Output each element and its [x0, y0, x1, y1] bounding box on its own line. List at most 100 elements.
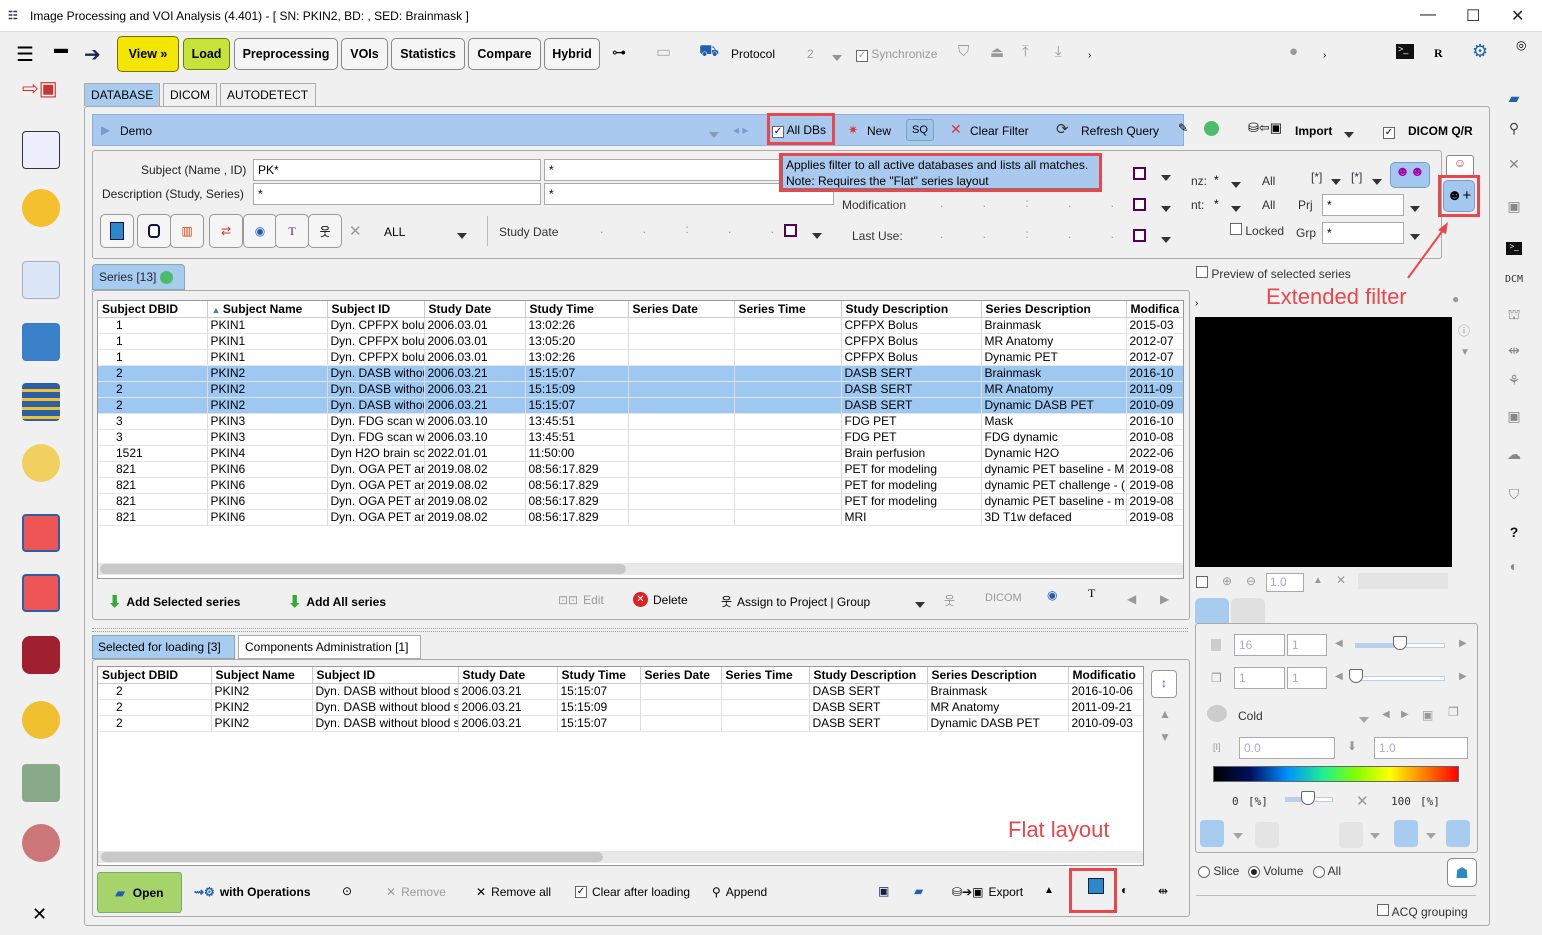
stop-icon[interactable]: ●: [1289, 43, 1298, 60]
nt-value[interactable]: *: [1214, 197, 1219, 211]
column-header[interactable]: Subject ID: [312, 667, 459, 684]
flat-layout-toggle[interactable]: [100, 214, 134, 248]
add-selected-series-button[interactable]: ⬇ Add Selected series: [108, 592, 240, 612]
series-tab[interactable]: Series [13]: [92, 264, 185, 290]
column-header[interactable]: Modificatio: [1068, 667, 1143, 684]
calendar-icon[interactable]: [1133, 198, 1146, 211]
colorbar[interactable]: [1213, 766, 1459, 782]
clear-filter-button[interactable]: Clear Filter: [970, 124, 1029, 138]
save-icon[interactable]: ▣: [1492, 198, 1536, 215]
radio-slice[interactable]: Slice: [1198, 864, 1239, 878]
assign-dropdown[interactable]: [915, 597, 925, 611]
column-header[interactable]: Series Description: [981, 301, 1127, 318]
modality-button[interactable]: ⇄: [209, 214, 243, 248]
bracket-filter-2[interactable]: [*]: [1351, 170, 1362, 184]
camera-filter-button[interactable]: ◉: [243, 214, 277, 248]
modification-range[interactable]: . . : . .: [940, 196, 1132, 210]
colortable-next-icon[interactable]: ▶: [1401, 709, 1409, 720]
sync-count[interactable]: 2: [807, 47, 814, 61]
with-operations-button[interactable]: ⇝⚙ with Operations: [194, 885, 311, 899]
calendar-icon[interactable]: [784, 224, 797, 237]
column-header[interactable]: Study Time: [557, 667, 641, 684]
tab-image-controls[interactable]: [1195, 598, 1229, 623]
move-up-icon[interactable]: ▲: [1159, 707, 1171, 721]
study-date-range[interactable]: . . : . .: [600, 222, 792, 236]
calendar-icon[interactable]: [1133, 229, 1146, 242]
layout-tree-button[interactable]: [1200, 820, 1224, 847]
text-filter-button[interactable]: T: [275, 214, 309, 248]
column-header[interactable]: Study Time: [525, 301, 629, 318]
import-button[interactable]: Import: [1295, 124, 1332, 138]
subject-head-button[interactable]: ☺: [1446, 155, 1474, 177]
table-row[interactable]: 2 PKIN2 Dyn. DASB withou 2006.03.21 15:15:09…: [98, 381, 1183, 398]
locked-checkbox[interactable]: Locked: [1230, 223, 1284, 238]
head-view-button[interactable]: [1394, 820, 1418, 847]
compare-button[interactable]: Compare: [468, 38, 541, 70]
menu-icon[interactable]: ☰: [16, 42, 34, 67]
people-icon[interactable]: 웃: [944, 592, 955, 609]
delete-button[interactable]: ✕ Delete: [633, 592, 688, 607]
eject-icon[interactable]: ⏏: [990, 43, 1004, 61]
layout-dropdown[interactable]: [1233, 828, 1243, 842]
brain-stack-icon[interactable]: [22, 824, 60, 862]
table-row[interactable]: 2 PKIN2 Dyn. DASB without blood s 2006.03.2…: [98, 715, 1143, 732]
vois-button[interactable]: VOIs: [341, 38, 388, 70]
sq-button[interactable]: SQ: [906, 119, 934, 141]
grid-dropdown[interactable]: [1370, 828, 1380, 842]
rounded-view-button[interactable]: [1446, 820, 1470, 847]
table-row[interactable]: 2 PKIN2 Dyn. DASB withou 2006.03.21 15:15:07…: [98, 365, 1183, 382]
colortable-copy-icon[interactable]: ❐: [1448, 705, 1459, 719]
split-icon[interactable]: ⇹: [1492, 342, 1536, 359]
slice-next-icon[interactable]: ▶: [1459, 638, 1467, 649]
table-row[interactable]: 821 PKIN6 Dyn. OGA PET ar 2019.08.02 08:56:1…: [98, 493, 1183, 510]
slice-step-input[interactable]: 1: [1287, 634, 1327, 656]
fit-width-icon[interactable]: ⇹: [1158, 884, 1168, 898]
table-row[interactable]: 3 PKIN3 Dyn. FDG scan w 2006.03.10 13:45:51 F…: [98, 413, 1183, 430]
plot-icon[interactable]: [22, 764, 60, 802]
more-icon[interactable]: ›: [1088, 50, 1091, 61]
reset-icon[interactable]: ✕: [1356, 792, 1369, 810]
open-folder-icon[interactable]: ▰: [1492, 90, 1536, 107]
overlay-button[interactable]: [1255, 822, 1279, 848]
table-row[interactable]: 1 PKIN1 Dyn. CPFPX bolu 2006.03.01 13:05:20 C…: [98, 333, 1183, 350]
table-row[interactable]: 2 PKIN2 Dyn. DASB without blood s 2006.03.2…: [98, 683, 1143, 700]
assign-project-button[interactable]: 웃 Assign to Project | Group: [721, 593, 870, 610]
chart-button[interactable]: ▥: [170, 214, 204, 248]
play-circle-icon[interactable]: ⊙: [342, 884, 352, 898]
more-icon-2[interactable]: ›: [1323, 50, 1326, 61]
save-icon[interactable]: ▣: [878, 884, 889, 898]
colortable-select[interactable]: Cold: [1238, 709, 1263, 723]
dropdown-circle-icon[interactable]: [159, 271, 173, 285]
preview-checkbox[interactable]: Preview of selected series: [1196, 266, 1351, 281]
column-header[interactable]: Study Description: [809, 667, 928, 684]
down-icon[interactable]: ▼: [1460, 347, 1470, 358]
clear-after-loading-checkbox[interactable]: ✓ Clear after loading: [575, 885, 690, 899]
radio-all[interactable]: All: [1313, 864, 1341, 878]
cube-icon[interactable]: [22, 444, 60, 482]
head-settings-icon[interactable]: ⚙: [1472, 41, 1488, 62]
db-nav-icon[interactable]: ◂ ▸: [733, 123, 748, 137]
maximize-button[interactable]: ☐: [1466, 6, 1480, 26]
table-row[interactable]: 1 PKIN1 Dyn. CPFPX bolu 2006.03.01 13:02:26 C…: [98, 349, 1183, 366]
table-row[interactable]: 3 PKIN3 Dyn. FDG scan w 2006.03.10 13:45:51 F…: [98, 429, 1183, 446]
layers-icon[interactable]: [22, 383, 60, 421]
frame-prev-icon[interactable]: ◀: [1335, 671, 1343, 682]
column-header[interactable]: Study Date: [458, 667, 558, 684]
head-view-dropdown[interactable]: [1426, 828, 1436, 842]
minimize-button[interactable]: —: [1420, 6, 1436, 24]
close-button[interactable]: ✕: [1511, 6, 1524, 26]
frame-next-icon[interactable]: ▶: [1459, 671, 1467, 682]
frame-slider[interactable]: [1355, 676, 1445, 681]
input-plug-icon[interactable]: ⇨▣: [22, 76, 60, 114]
dropdown-circle-icon[interactable]: [1204, 121, 1219, 136]
column-header[interactable]: Subject Name: [211, 667, 313, 684]
max-input[interactable]: 1.0: [1374, 737, 1468, 759]
dicom-qr-checkbox[interactable]: ✓: [1383, 124, 1395, 139]
heart-icon[interactable]: [22, 636, 60, 674]
frame-slider-thumb[interactable]: [1349, 669, 1363, 683]
bracket-filter-1[interactable]: [*]: [1311, 170, 1322, 184]
nt-all[interactable]: All: [1262, 198, 1275, 212]
tab-autodetect[interactable]: AUTODETECT: [220, 83, 316, 106]
text-icon[interactable]: T: [1088, 586, 1095, 601]
refresh-query-button[interactable]: Refresh Query: [1081, 124, 1159, 138]
